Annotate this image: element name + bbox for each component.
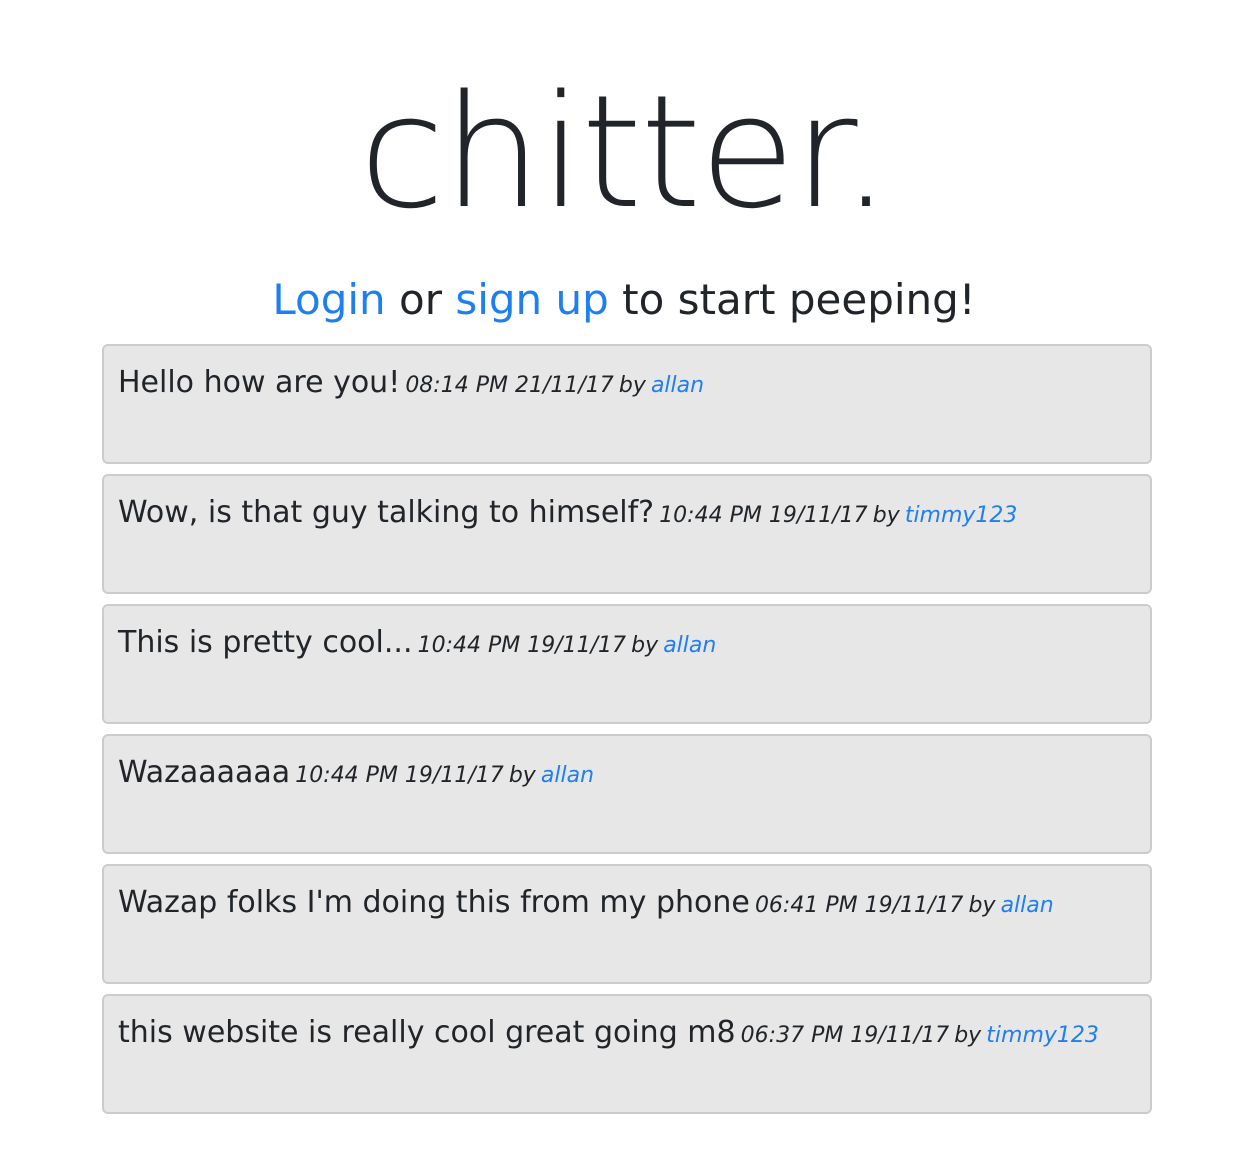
signup-link[interactable]: sign up [455,275,608,324]
peep-text: This is pretty cool... [118,625,413,660]
peep-by-label: by [618,373,646,398]
peep-by-label: by [508,763,536,788]
peep-text: Wazap folks I'm doing this from my phone [118,885,750,920]
peep-timestamp: 06:41 PM 19/11/17 [754,893,964,918]
peep-author-link[interactable]: allan [541,763,594,788]
peep-card: Wazaaaaaa 10:44 PM 19/11/17 by allan [102,734,1152,854]
auth-prompt: Login or sign up to start peeping! [0,272,1248,328]
peep-by-label: by [954,1023,982,1048]
login-link[interactable]: Login [272,275,385,324]
peep-timestamp: 10:44 PM 19/11/17 [295,763,504,788]
auth-prompt-or: or [385,275,456,324]
peep-by-label: by [872,503,900,528]
peep-author-link[interactable]: allan [663,633,716,658]
peep-text: this website is really cool great going … [118,1015,736,1050]
peep-timestamp: 10:44 PM 19/11/17 [417,633,627,658]
peep-author-link[interactable]: allan [651,373,704,398]
peep-card: this website is really cool great going … [102,994,1152,1114]
peep-author-link[interactable]: timmy123 [905,503,1018,528]
peep-card: Wow, is that guy talking to himself? 10:… [102,474,1152,594]
peep-feed: Hello how are you! 08:14 PM 21/11/17 by … [102,344,1152,1124]
peep-card: Hello how are you! 08:14 PM 21/11/17 by … [102,344,1152,464]
auth-prompt-rest: to start peeping! [608,275,976,324]
peep-by-label: by [968,893,996,918]
peep-timestamp: 08:14 PM 21/11/17 [405,373,614,398]
peep-card: This is pretty cool... 10:44 PM 19/11/17… [102,604,1152,724]
peep-author-link[interactable]: timmy123 [986,1023,1099,1048]
peep-timestamp: 06:37 PM 19/11/17 [740,1023,950,1048]
peep-text: Hello how are you! [118,365,401,400]
peep-timestamp: 10:44 PM 19/11/17 [659,503,868,528]
peep-author-link[interactable]: allan [1001,893,1054,918]
peep-text: Wazaaaaaa [118,755,291,790]
peep-card: Wazap folks I'm doing this from my phone… [102,864,1152,984]
site-logo-title: chitter. [359,61,891,243]
peep-by-label: by [631,633,659,658]
peep-text: Wow, is that guy talking to himself? [118,495,655,530]
